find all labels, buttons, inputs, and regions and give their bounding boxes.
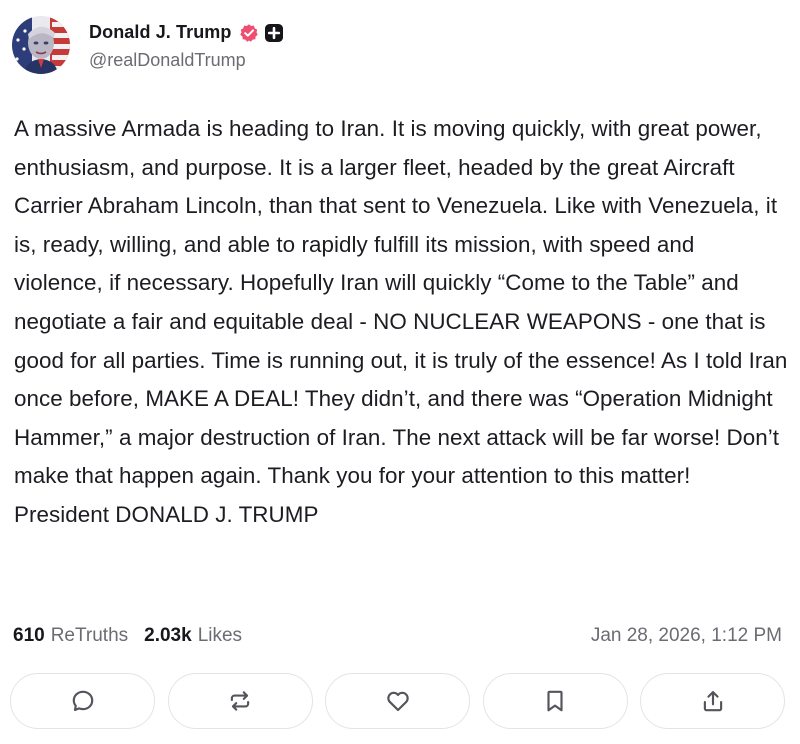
retruths-label: ReTruths [50, 625, 129, 646]
avatar[interactable] [12, 16, 70, 74]
flag-portrait-avatar-icon [12, 16, 70, 74]
engagement-counts: 610 ReTruths 2.03k Likes [13, 625, 242, 647]
retruths-stat[interactable]: 610 ReTruths [13, 625, 128, 647]
name-row: Donald J. Trump [89, 20, 283, 46]
retruth-button[interactable] [167, 673, 313, 729]
bookmark-button[interactable] [482, 673, 628, 729]
plus-badge-icon [264, 23, 283, 42]
action-bar [10, 673, 785, 731]
reply-button[interactable] [10, 673, 155, 729]
share-button[interactable] [640, 673, 785, 729]
comment-icon [72, 690, 93, 712]
author-identity: Donald J. Trump @realDonaldTrump [89, 20, 283, 71]
post-header: Donald J. Trump @realDonaldTrump [12, 14, 283, 76]
author-handle[interactable]: @realDonaldTrump [89, 50, 283, 71]
post-stats: 610 ReTruths 2.03k Likes Jan 28, 2026, 1… [13, 623, 782, 649]
heart-icon [386, 691, 409, 712]
likes-label: Likes [197, 625, 243, 646]
verified-badge-icon [239, 23, 259, 43]
likes-stat[interactable]: 2.03k Likes [144, 625, 242, 647]
retruths-count: 610 [13, 625, 45, 646]
author-name[interactable]: Donald J. Trump [89, 22, 232, 43]
like-button[interactable] [325, 673, 470, 729]
share-icon [703, 691, 722, 712]
post-text: A massive Armada is heading to Iran. It … [14, 116, 788, 527]
post-timestamp: Jan 28, 2026, 1:12 PM [590, 625, 782, 646]
likes-count: 2.03k [144, 625, 192, 646]
bookmark-icon [547, 690, 563, 712]
repost-icon [230, 691, 250, 711]
